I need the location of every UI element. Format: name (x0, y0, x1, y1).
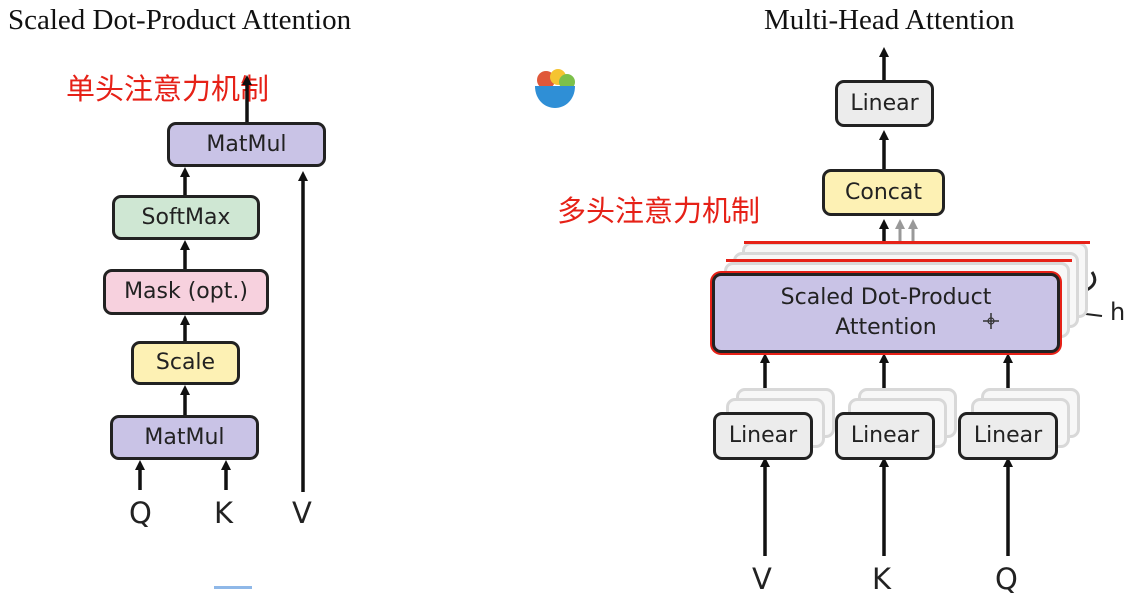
input-v-left: V (292, 496, 312, 530)
highlight-line-mid (726, 259, 1072, 262)
mask-label: Mask (opt.) (124, 279, 248, 304)
softmax-label: SoftMax (141, 204, 231, 230)
input-v-right: V (752, 562, 772, 596)
mask-box: Mask (opt.) (103, 269, 269, 315)
matmul-bottom-box: MatMul (110, 415, 259, 460)
linear-q-box: Linear (958, 412, 1058, 460)
scale-label: Scale (155, 350, 216, 375)
h-label: h (1110, 298, 1126, 326)
linear-k-label: Linear (850, 423, 920, 448)
attention-label-line2: Attention (835, 315, 937, 340)
input-k-left: K (214, 496, 234, 530)
matmul-top-label: MatMul (206, 131, 287, 157)
linear-k-box: Linear (835, 412, 935, 460)
concat-label: Concat (845, 179, 922, 205)
matmul-top-box: MatMul (167, 122, 326, 167)
linear-v-box: Linear (713, 412, 813, 460)
linear-top-label: Linear (850, 90, 919, 116)
faint-mark (214, 586, 252, 589)
input-q-left: Q (129, 496, 152, 530)
highlight-line-top (744, 241, 1090, 244)
attention-label-line1: Scaled Dot-Product (780, 285, 992, 310)
crosshair-cursor-icon (983, 313, 999, 329)
linear-v-label: Linear (728, 423, 798, 448)
input-q-right: Q (995, 562, 1018, 596)
input-k-right: K (872, 562, 892, 596)
linear-top-box: Linear (835, 80, 934, 127)
concat-box: Concat (822, 169, 945, 216)
linear-q-label: Linear (973, 423, 1043, 448)
salad-bowl-icon (535, 69, 575, 108)
right-diagram-title: Multi-Head Attention (764, 4, 1015, 36)
scaled-dot-product-attention-box: Scaled Dot-Product Attention (712, 273, 1060, 353)
scale-box: Scale (131, 341, 240, 385)
multi-head-annotation: 多头注意力机制 (557, 194, 761, 228)
softmax-box: SoftMax (112, 195, 260, 240)
matmul-bottom-label: MatMul (144, 424, 225, 450)
